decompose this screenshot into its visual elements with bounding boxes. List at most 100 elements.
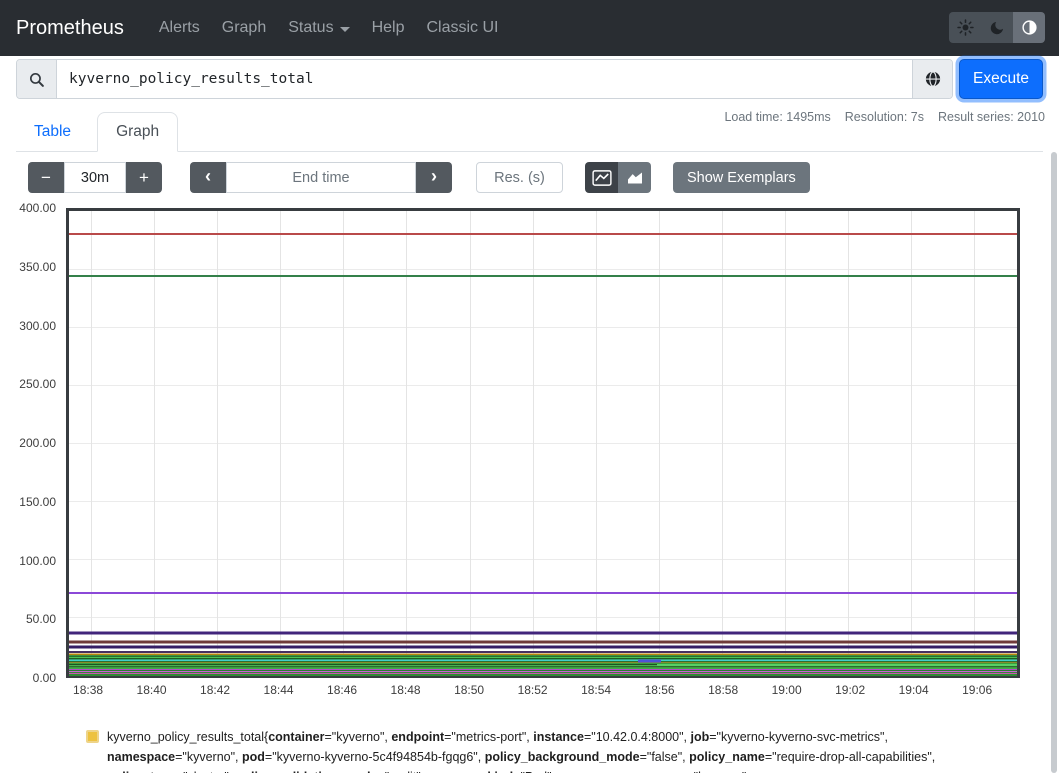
- x-axis: 18:38 18:40 18:42 18:44 18:46 18:48 18:50 18:52…: [66, 683, 1020, 699]
- sun-icon: [957, 19, 974, 36]
- legend-swatch[interactable]: [86, 730, 99, 743]
- range-decrement-button[interactable]: −: [28, 162, 64, 193]
- h-gridline: [69, 443, 1017, 444]
- h-gridline: [69, 559, 1017, 560]
- end-time-stepper: ‹ ›: [190, 162, 452, 193]
- legend-item: kyverno_policy_results_total{container="…: [86, 727, 976, 773]
- v-gridline: [848, 211, 849, 675]
- v-gridline: [974, 211, 975, 675]
- y-axis: 400.00350.00300.00250.00200.00150.00100.…: [0, 208, 60, 678]
- time-back-button[interactable]: ‹: [190, 162, 226, 193]
- chart-type-toggle: [585, 162, 651, 193]
- tab-table[interactable]: Table: [16, 113, 89, 151]
- end-time-input[interactable]: [226, 162, 416, 193]
- y-tick-label: 200.00: [19, 436, 56, 450]
- x-tick-label: 18:46: [327, 683, 357, 697]
- range-increment-button[interactable]: +: [126, 162, 162, 193]
- y-tick-label: 250.00: [19, 377, 56, 391]
- x-tick-label: 18:52: [518, 683, 548, 697]
- y-tick-label: 300.00: [19, 319, 56, 333]
- area-chart-icon: [626, 171, 644, 185]
- nav-item-graph[interactable]: Graph: [213, 11, 275, 45]
- v-gridline: [722, 211, 723, 675]
- x-tick-label: 18:44: [264, 683, 294, 697]
- panel-tabs: TableGraph: [16, 111, 1043, 152]
- chevron-down-icon: [340, 27, 350, 32]
- v-gridline: [785, 211, 786, 675]
- y-tick-label: 50.00: [26, 612, 56, 626]
- v-gridline: [596, 211, 597, 675]
- legend: kyverno_policy_results_total{container="…: [86, 727, 976, 773]
- line-chart-button[interactable]: [585, 162, 618, 193]
- theme-light-button[interactable]: [949, 12, 981, 43]
- h-gridline: [69, 617, 1017, 618]
- series-line[interactable]: [69, 592, 1017, 594]
- series-line[interactable]: [69, 646, 1017, 649]
- x-tick-label: 19:00: [772, 683, 802, 697]
- series-line[interactable]: [69, 233, 1017, 235]
- show-exemplars-button[interactable]: Show Exemplars: [673, 162, 810, 193]
- stacked-chart-button[interactable]: [618, 162, 651, 193]
- x-tick-label: 18:42: [200, 683, 230, 697]
- x-tick-label: 18:40: [137, 683, 167, 697]
- nav-links: AlertsGraphStatusHelpClassic UI: [150, 11, 508, 45]
- h-gridline: [69, 327, 1017, 328]
- time-forward-button[interactable]: ›: [416, 162, 452, 193]
- nav-item-classic-ui[interactable]: Classic UI: [417, 11, 507, 45]
- v-gridline: [91, 211, 92, 675]
- nav-item-alerts[interactable]: Alerts: [150, 11, 209, 45]
- y-tick-label: 0.00: [33, 671, 56, 685]
- h-gridline: [69, 385, 1017, 386]
- theme-dark-button[interactable]: [981, 12, 1013, 43]
- series-line[interactable]: [69, 674, 1017, 676]
- query-input-group: [16, 59, 953, 99]
- range-stepper: − +: [28, 162, 162, 193]
- x-tick-label: 18:54: [581, 683, 611, 697]
- plot-area[interactable]: [66, 208, 1020, 678]
- graph-controls: − + ‹ › Show Exemplars: [28, 162, 810, 193]
- x-tick-label: 18:56: [645, 683, 675, 697]
- nav-item-help[interactable]: Help: [363, 11, 414, 45]
- x-tick-label: 18:38: [73, 683, 103, 697]
- legend-series-label[interactable]: kyverno_policy_results_total{container="…: [107, 727, 976, 773]
- x-tick-label: 19:06: [962, 683, 992, 697]
- metrics-explorer-button[interactable]: [912, 60, 952, 98]
- v-gridline: [470, 211, 471, 675]
- globe-icon: [924, 70, 942, 88]
- y-tick-label: 400.00: [19, 201, 56, 215]
- x-tick-label: 19:04: [899, 683, 929, 697]
- nav-item-status[interactable]: Status: [279, 11, 358, 45]
- circle-half-icon: [1021, 19, 1038, 36]
- x-tick-label: 19:02: [835, 683, 865, 697]
- theme-auto-button[interactable]: [1013, 12, 1045, 43]
- series-line[interactable]: [69, 632, 1017, 635]
- resolution-input[interactable]: [476, 162, 563, 193]
- series-segment[interactable]: [638, 660, 662, 663]
- tab-graph[interactable]: Graph: [97, 112, 178, 152]
- v-gridline: [343, 211, 344, 675]
- execute-button[interactable]: Execute: [959, 59, 1043, 99]
- v-gridline: [911, 211, 912, 675]
- v-gridline: [217, 211, 218, 675]
- v-gridline: [533, 211, 534, 675]
- theme-toggle-group: [949, 12, 1045, 43]
- v-gridline: [154, 211, 155, 675]
- x-tick-label: 18:58: [708, 683, 738, 697]
- series-line[interactable]: [69, 275, 1017, 277]
- x-tick-label: 18:50: [454, 683, 484, 697]
- y-tick-label: 100.00: [19, 554, 56, 568]
- brand-prometheus[interactable]: Prometheus: [16, 17, 124, 40]
- y-tick-label: 150.00: [19, 495, 56, 509]
- top-navbar: Prometheus AlertsGraphStatusHelpClassic …: [0, 0, 1059, 56]
- series-segment[interactable]: [657, 664, 1017, 666]
- range-input[interactable]: [64, 162, 126, 193]
- h-gridline: [69, 501, 1017, 502]
- v-gridline: [406, 211, 407, 675]
- y-tick-label: 350.00: [19, 260, 56, 274]
- query-input[interactable]: [57, 60, 912, 98]
- series-line[interactable]: [69, 640, 1017, 643]
- page-scrollbar[interactable]: [1051, 152, 1057, 773]
- line-chart-icon: [592, 170, 612, 186]
- search-addon: [17, 60, 57, 98]
- x-tick-label: 18:48: [391, 683, 421, 697]
